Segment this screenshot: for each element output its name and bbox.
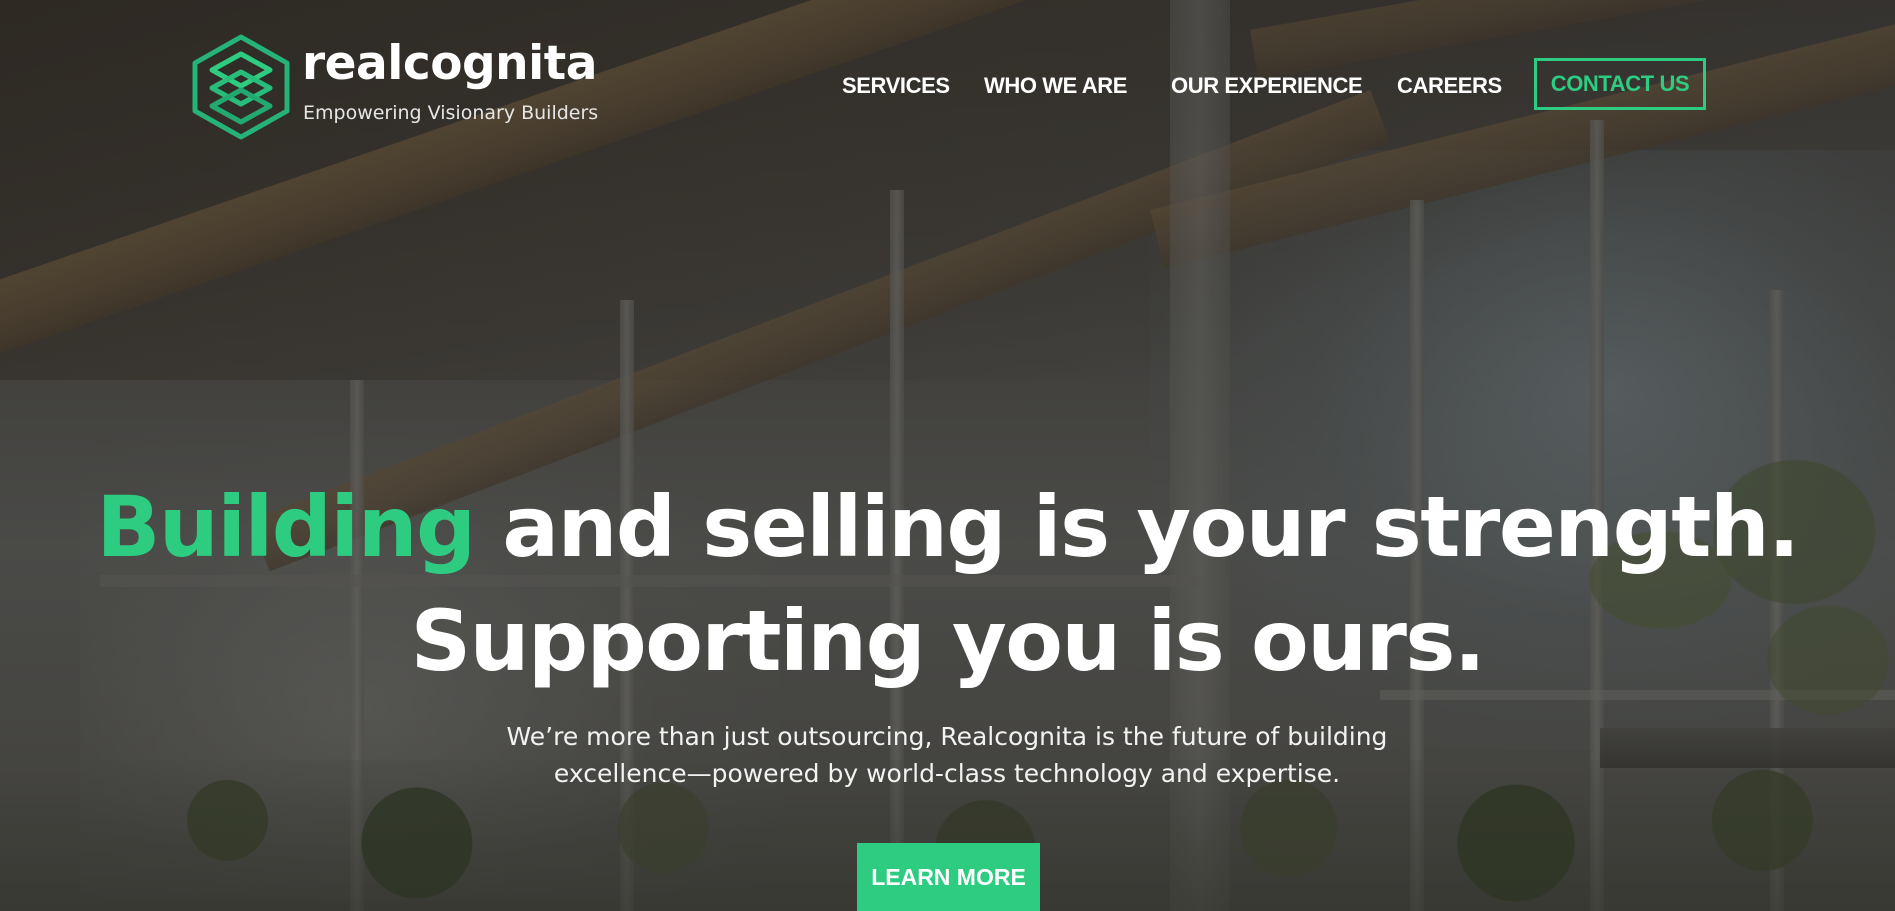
hero-headline: Building and selling is your strength. S… — [0, 470, 1895, 698]
hero-subtext: We’re more than just outsourcing, Realco… — [347, 718, 1547, 792]
nav-item-careers[interactable]: CAREERS — [1397, 71, 1502, 101]
hero-subtext-line-2: excellence—powered by world-class techno… — [553, 759, 1341, 788]
headline-line-1: Building and selling is your strength. — [0, 470, 1895, 584]
headline-accent-word: Building — [96, 478, 476, 576]
headline-line-1-rest: and selling is your strength. — [474, 478, 1800, 576]
nav-item-our-experience[interactable]: OUR EXPERIENCE — [1171, 71, 1363, 101]
headline-line-2: Supporting you is ours. — [410, 592, 1486, 690]
stacked-layers-hexagon-icon — [192, 34, 290, 140]
site-header: realcognita Empowering Visionary Builder… — [0, 0, 1895, 160]
contact-us-button[interactable]: CONTACT US — [1534, 58, 1706, 110]
hero-subtext-line-1: We’re more than just outsourcing, Realco… — [506, 722, 1388, 751]
brand-name: realcognita — [302, 36, 597, 91]
brand-logo-link[interactable]: realcognita Empowering Visionary Builder… — [190, 34, 600, 140]
nav-item-services[interactable]: SERVICES — [842, 71, 950, 101]
brand-tagline: Empowering Visionary Builders — [303, 102, 599, 124]
nav-item-who-we-are[interactable]: WHO WE ARE — [984, 71, 1127, 101]
learn-more-button[interactable]: LEARN MORE — [857, 843, 1040, 911]
